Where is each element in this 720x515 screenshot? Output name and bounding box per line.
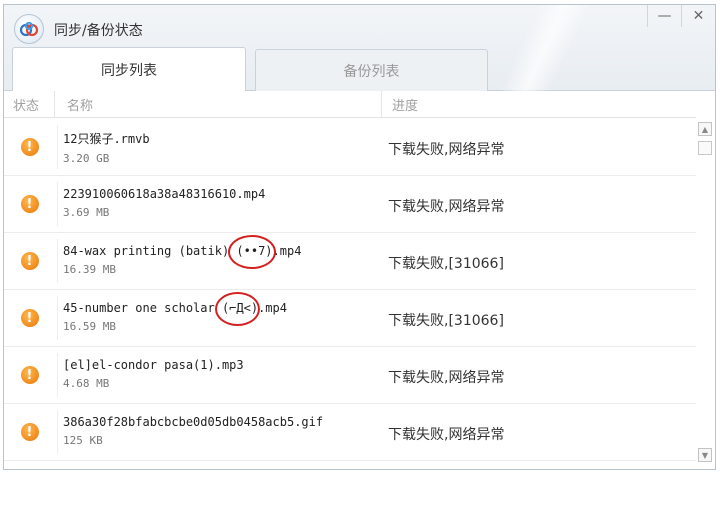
- tab-backup-list[interactable]: 备份列表: [255, 49, 488, 91]
- table-row[interactable]: ! 12只猴子.rmvb 3.20 GB 下载失败,网络异常: [4, 119, 696, 176]
- title-bar: 同步/备份状态 — ✕ 同步列表 备份列表: [4, 5, 715, 91]
- file-size: 3.20 GB: [63, 152, 110, 165]
- vertical-scrollbar[interactable]: ▲ ▼: [696, 119, 715, 469]
- column-divider: [57, 125, 58, 169]
- sync-status-window: 同步/备份状态 — ✕ 同步列表 备份列表 状态 名称 进度 ! 12只猴子.r…: [3, 4, 716, 470]
- name-cell: [el]el-condor pasa(1).mp3 4.68 MB: [63, 358, 383, 390]
- status-cell: !: [4, 176, 55, 232]
- file-size: 4.68 MB: [63, 377, 110, 390]
- scroll-up-icon[interactable]: ▲: [698, 122, 712, 136]
- file-name: 12只猴子.rmvb: [63, 132, 150, 146]
- file-name: 84-wax printing (batik) (••7).mp4: [63, 244, 302, 258]
- status-cell: !: [4, 290, 55, 346]
- file-size: 16.39 MB: [63, 263, 116, 276]
- file-name: 223910060618a38a48316610.mp4: [63, 187, 266, 201]
- file-size: 125 KB: [63, 434, 103, 447]
- column-divider: [57, 239, 58, 283]
- name-cell: 84-wax printing (batik) (••7).mp4 16.39 …: [63, 244, 383, 276]
- file-list: ! 12只猴子.rmvb 3.20 GB 下载失败,网络异常 ! 2239100…: [4, 119, 696, 461]
- table-row[interactable]: ! [el]el-condor pasa(1).mp3 4.68 MB 下载失败…: [4, 347, 696, 404]
- progress-status: 下载失败,网络异常: [388, 199, 505, 215]
- annotation-circle: [228, 235, 276, 269]
- status-cell: !: [4, 119, 55, 175]
- minimize-button[interactable]: —: [647, 5, 681, 27]
- table-row[interactable]: ! 386a30f28bfabcbcbe0d05db0458acb5.gif 1…: [4, 404, 696, 461]
- name-cell: 223910060618a38a48316610.mp4 3.69 MB: [63, 187, 383, 219]
- scroll-thumb[interactable]: [698, 141, 712, 155]
- cloud-logo-icon: [14, 14, 44, 44]
- status-cell: !: [4, 347, 55, 403]
- column-status-header[interactable]: 状态: [4, 91, 55, 117]
- progress-status: 下载失败,网络异常: [388, 142, 505, 158]
- progress-status: 下载失败,[31066]: [388, 256, 504, 272]
- column-divider: [57, 182, 58, 226]
- file-name: [el]el-condor pasa(1).mp3: [63, 358, 244, 372]
- column-divider: [57, 410, 58, 454]
- table-row[interactable]: ! 223910060618a38a48316610.mp4 3.69 MB 下…: [4, 176, 696, 233]
- column-progress-header[interactable]: 进度: [382, 91, 418, 117]
- tab-sync-list[interactable]: 同步列表: [12, 47, 246, 91]
- warning-icon: !: [20, 423, 39, 441]
- warning-icon: !: [20, 195, 39, 213]
- status-cell: !: [4, 233, 55, 289]
- name-cell: 386a30f28bfabcbcbe0d05db0458acb5.gif 125…: [63, 415, 383, 447]
- column-divider: [57, 296, 58, 340]
- column-divider: [57, 353, 58, 397]
- progress-status: 下载失败,网络异常: [388, 427, 505, 443]
- status-cell: !: [4, 404, 55, 460]
- warning-icon: !: [20, 366, 39, 384]
- table-row[interactable]: ! 84-wax printing (batik) (••7).mp4 16.3…: [4, 233, 696, 290]
- column-name-header[interactable]: 名称: [55, 91, 382, 117]
- list-header: 状态 名称 进度: [4, 91, 696, 118]
- file-size: 3.69 MB: [63, 206, 110, 219]
- window-controls: — ✕: [647, 5, 715, 27]
- progress-status: 下载失败,[31066]: [388, 313, 504, 329]
- scroll-down-icon[interactable]: ▼: [698, 448, 712, 462]
- warning-icon: !: [20, 252, 39, 270]
- annotation-circle: [215, 292, 260, 326]
- name-cell: 12只猴子.rmvb 3.20 GB: [63, 130, 383, 165]
- warning-icon: !: [20, 138, 39, 156]
- warning-icon: !: [20, 309, 39, 327]
- tab-bar: 同步列表 备份列表: [12, 47, 497, 91]
- window-title: 同步/备份状态: [54, 23, 143, 39]
- table-row[interactable]: ! 45-number one scholar (⌐Д<).mp4 16.59 …: [4, 290, 696, 347]
- file-name: 386a30f28bfabcbcbe0d05db0458acb5.gif: [63, 415, 324, 429]
- progress-status: 下载失败,网络异常: [388, 370, 505, 386]
- close-button[interactable]: ✕: [681, 5, 715, 27]
